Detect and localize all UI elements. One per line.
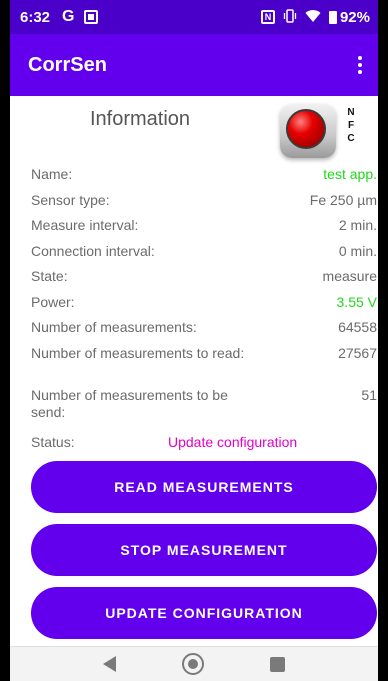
action-buttons: READ MEASUREMENTS STOP MEASUREMENT UPDAT… xyxy=(31,461,377,650)
system-nav-bar xyxy=(10,646,378,681)
screen: 6:32 G N 92% CorrSen Information NFC Nam… xyxy=(10,0,378,681)
app-bar: CorrSen xyxy=(10,34,378,96)
nfc-icon: N xyxy=(260,10,275,24)
row-power: Power: 3.55 V xyxy=(31,294,377,320)
status-label: Status: xyxy=(31,433,75,450)
row-label: Number of measurements to be send: xyxy=(31,386,228,420)
row-label: Power: xyxy=(31,293,75,310)
status-bar: 6:32 G N 92% xyxy=(10,0,378,34)
measure-interval-value: 2 min. xyxy=(338,217,377,233)
row-measurements-to-read: Number of measurements to read: 27567 xyxy=(31,345,377,387)
stop-measurement-button[interactable]: STOP MEASUREMENT xyxy=(31,524,377,576)
row-label: Sensor type: xyxy=(31,191,110,208)
bezel-right xyxy=(378,0,388,681)
battery-icon xyxy=(328,10,337,24)
measurements-value: 64558 xyxy=(338,319,377,335)
device-frame: 6:32 G N 92% CorrSen Information NFC Nam… xyxy=(0,0,388,681)
battery-percent: 92% xyxy=(339,8,370,26)
status-value: Update configuration xyxy=(168,433,298,450)
row-sensor-type: Sensor type: Fe 250 µm xyxy=(31,192,377,218)
nfc-led-icon xyxy=(286,109,326,149)
gallery-icon xyxy=(84,10,99,24)
state-value: measure xyxy=(322,268,377,284)
connection-interval-value: 0 min. xyxy=(338,242,377,259)
row-label: Connection interval: xyxy=(31,242,155,259)
row-label: Number of measurements to read: xyxy=(31,344,245,361)
power-value: 3.55 V xyxy=(336,293,377,310)
overflow-menu-icon[interactable] xyxy=(350,53,370,77)
status-time: 6:32 xyxy=(20,8,51,26)
name-value: test app. xyxy=(323,166,377,182)
vibrate-icon xyxy=(283,8,297,26)
app-title: CorrSen xyxy=(28,53,107,76)
row-measurements: Number of measurements: 64558 xyxy=(31,319,377,345)
row-state: State: measure xyxy=(31,268,377,294)
update-configuration-button[interactable]: UPDATE CONFIGURATION xyxy=(31,587,377,639)
info-title: Information xyxy=(90,108,191,130)
row-measurements-to-send: Number of measurements to be send: 51 xyxy=(31,387,377,429)
measurements-to-read-value: 27567 xyxy=(338,344,377,361)
row-connection-interval: Connection interval: 0 min. xyxy=(31,243,377,269)
row-label: Measure interval: xyxy=(31,217,139,233)
info-rows: Name: test app. Sensor type: Fe 250 µm M… xyxy=(10,166,378,455)
google-icon: G xyxy=(62,8,75,25)
row-name: Name: test app. xyxy=(31,166,377,192)
wifi-icon xyxy=(305,9,321,26)
row-label: State: xyxy=(31,268,68,284)
row-measure-interval: Measure interval: 2 min. xyxy=(31,217,377,243)
info-header: Information NFC xyxy=(10,96,378,166)
row-status: Status: Update configuration xyxy=(31,429,377,455)
nfc-label: NFC xyxy=(347,107,355,144)
recents-icon[interactable] xyxy=(270,656,285,672)
home-icon[interactable] xyxy=(182,653,204,675)
bezel-left xyxy=(0,0,10,681)
back-icon[interactable] xyxy=(103,656,116,672)
read-measurements-button[interactable]: READ MEASUREMENTS xyxy=(31,461,377,513)
sensor-type-value: Fe 250 µm xyxy=(309,191,377,208)
measurements-to-send-value: 51 xyxy=(361,386,377,403)
nfc-status-badge xyxy=(280,104,336,158)
row-label: Name: xyxy=(31,166,73,182)
row-label: Number of measurements: xyxy=(31,319,197,335)
